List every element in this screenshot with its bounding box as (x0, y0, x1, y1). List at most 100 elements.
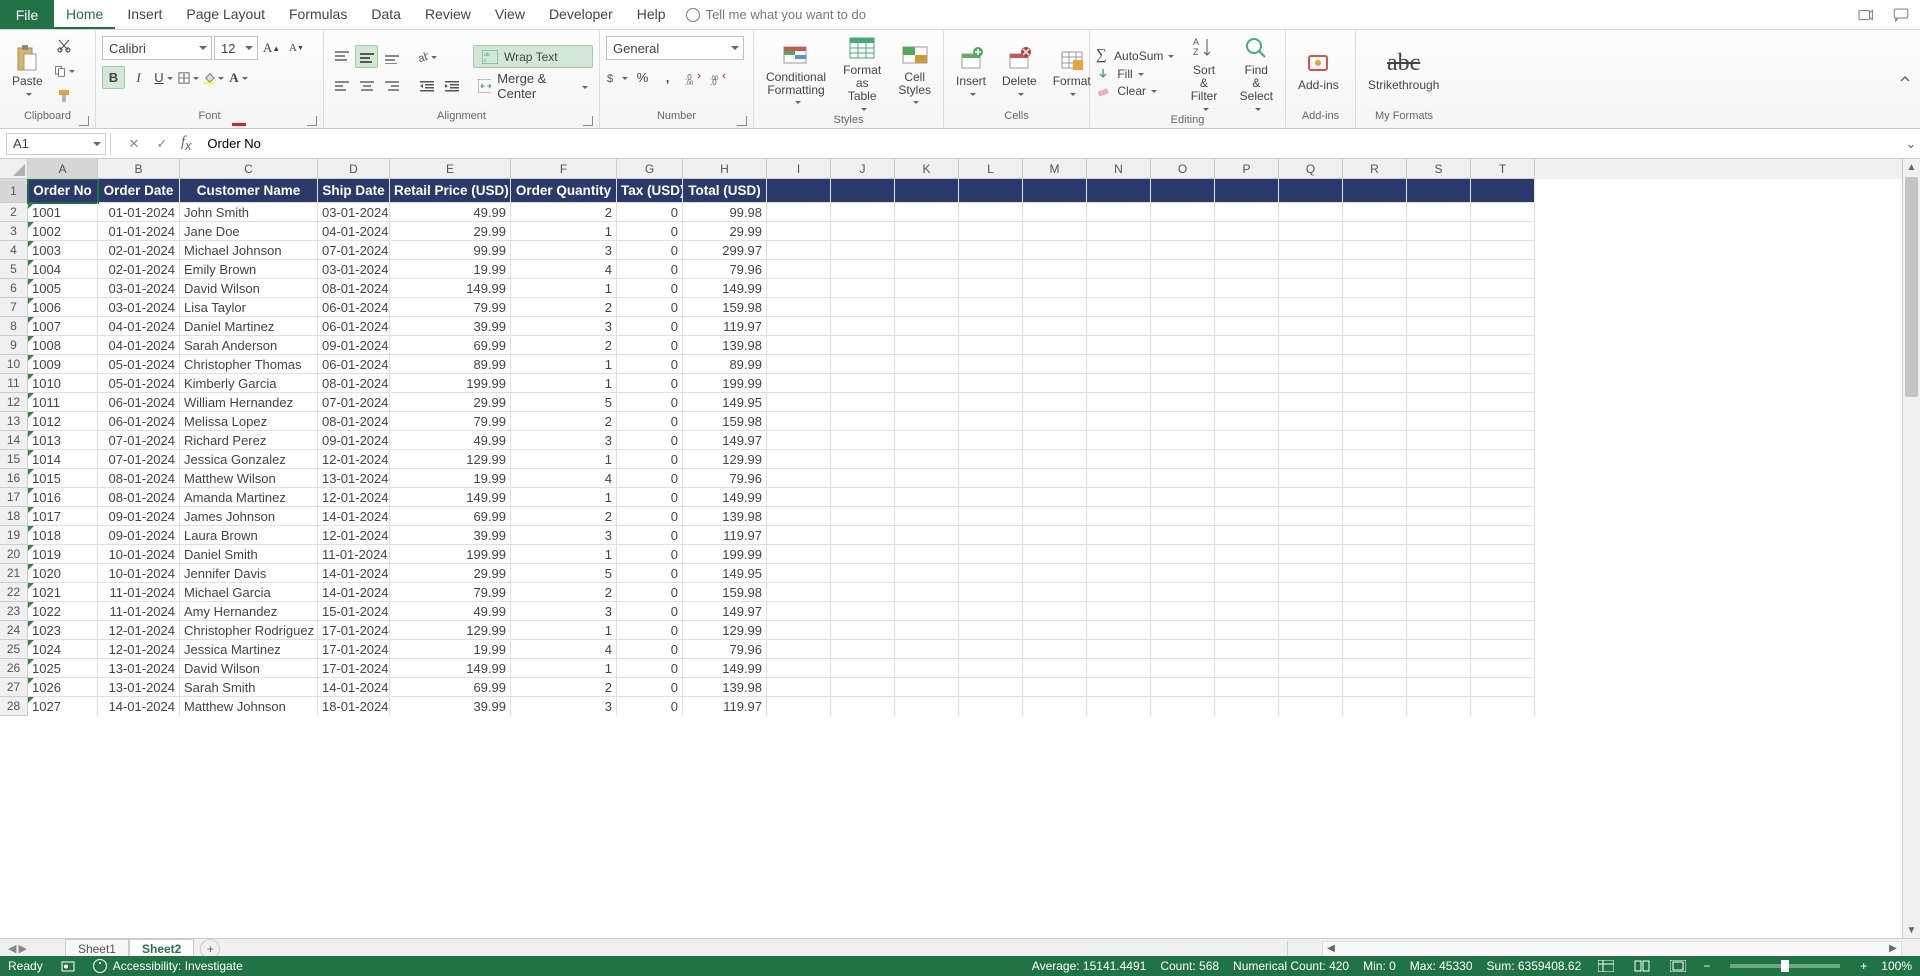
cell[interactable] (1023, 374, 1087, 393)
cell[interactable] (1343, 241, 1407, 260)
expand-formula-bar[interactable]: ⌄ (1902, 136, 1920, 152)
cell[interactable] (1087, 697, 1151, 716)
cell[interactable] (1279, 469, 1343, 488)
cell[interactable]: James Johnson (180, 507, 318, 526)
cell[interactable]: 69.99 (390, 507, 511, 526)
cell[interactable] (959, 564, 1023, 583)
cell[interactable] (767, 526, 831, 545)
cell[interactable] (1407, 431, 1471, 450)
cell[interactable] (831, 659, 895, 678)
cell[interactable]: 12-01-2024 (318, 488, 390, 507)
cell[interactable]: 17-01-2024 (318, 621, 390, 640)
cell[interactable] (831, 260, 895, 279)
cell[interactable] (1087, 317, 1151, 336)
decrease-font-button[interactable]: A▼ (285, 37, 308, 60)
cell[interactable]: 29.99 (390, 564, 511, 583)
cell[interactable]: 1023 (28, 621, 98, 640)
cell[interactable]: 11-01-2024 (98, 583, 180, 602)
cell[interactable] (1215, 412, 1279, 431)
cell[interactable]: Amy Hernandez (180, 602, 318, 621)
cell[interactable] (1407, 507, 1471, 526)
cell[interactable] (1407, 621, 1471, 640)
delete-cells-button[interactable]: Delete (996, 43, 1043, 98)
cell[interactable]: 12-01-2024 (98, 640, 180, 659)
cell[interactable]: Michael Johnson (180, 241, 318, 260)
clear-button[interactable]: Clear (1096, 84, 1174, 98)
row-header[interactable]: 23 (0, 602, 28, 621)
cell[interactable] (1343, 317, 1407, 336)
cell[interactable] (1151, 469, 1215, 488)
cell[interactable] (831, 298, 895, 317)
cell[interactable] (959, 203, 1023, 222)
row-header[interactable]: 26 (0, 659, 28, 678)
cell[interactable] (1087, 203, 1151, 222)
cell[interactable] (1279, 260, 1343, 279)
cell[interactable] (1087, 526, 1151, 545)
cell[interactable] (1343, 298, 1407, 317)
cell[interactable]: 0 (617, 260, 683, 279)
cell[interactable] (895, 374, 959, 393)
cell[interactable] (1023, 488, 1087, 507)
cell[interactable] (767, 659, 831, 678)
cell[interactable] (1215, 545, 1279, 564)
col-header-C[interactable]: C (180, 159, 318, 179)
cell[interactable]: 13-01-2024 (318, 469, 390, 488)
cell[interactable] (1151, 640, 1215, 659)
cell[interactable] (1087, 431, 1151, 450)
cell[interactable] (1151, 298, 1215, 317)
cell[interactable] (959, 260, 1023, 279)
increase-font-button[interactable]: A▲ (260, 37, 283, 60)
cell[interactable] (1407, 602, 1471, 621)
cell[interactable] (1087, 545, 1151, 564)
cell[interactable]: Ship Date (318, 179, 390, 203)
row-header[interactable]: 4 (0, 241, 28, 260)
cell[interactable] (1023, 431, 1087, 450)
cell[interactable]: 39.99 (390, 697, 511, 716)
col-header-K[interactable]: K (895, 159, 959, 179)
cell[interactable] (1215, 317, 1279, 336)
cell[interactable] (1279, 640, 1343, 659)
cell[interactable] (1343, 336, 1407, 355)
cell[interactable]: 05-01-2024 (98, 374, 180, 393)
cell[interactable] (1023, 564, 1087, 583)
cell[interactable]: 13-01-2024 (98, 659, 180, 678)
cell[interactable] (1215, 431, 1279, 450)
cell[interactable] (1471, 317, 1535, 336)
cell[interactable]: 149.97 (683, 431, 767, 450)
cell[interactable]: Order No (28, 179, 98, 203)
copy-button[interactable] (53, 60, 76, 83)
cell[interactable] (831, 179, 895, 203)
row-header[interactable]: 9 (0, 336, 28, 355)
cell[interactable] (1343, 678, 1407, 697)
cell[interactable] (895, 602, 959, 621)
number-launcher[interactable] (737, 116, 747, 126)
cell[interactable] (767, 583, 831, 602)
cell[interactable] (895, 203, 959, 222)
cell[interactable] (1087, 336, 1151, 355)
cancel-formula-button[interactable]: ✕ (123, 133, 145, 155)
cell[interactable]: 1006 (28, 298, 98, 317)
cell[interactable]: 04-01-2024 (318, 222, 390, 241)
cell[interactable] (767, 179, 831, 203)
hscroll-right[interactable]: ▶ (1885, 942, 1901, 956)
row-header[interactable]: 12 (0, 393, 28, 412)
cell[interactable]: 06-01-2024 (98, 412, 180, 431)
cell[interactable]: 03-01-2024 (98, 279, 180, 298)
cell[interactable] (1279, 222, 1343, 241)
cell[interactable]: 89.99 (390, 355, 511, 374)
row-header[interactable]: 24 (0, 621, 28, 640)
format-painter-button[interactable] (53, 85, 76, 108)
cell[interactable]: 99.99 (390, 241, 511, 260)
cell[interactable]: 14-01-2024 (318, 564, 390, 583)
cell[interactable]: 159.98 (683, 412, 767, 431)
cell[interactable] (1279, 431, 1343, 450)
cell[interactable] (959, 374, 1023, 393)
cell[interactable]: 149.97 (683, 602, 767, 621)
cell[interactable] (1343, 412, 1407, 431)
cell[interactable]: 07-01-2024 (98, 431, 180, 450)
cell[interactable] (1215, 621, 1279, 640)
name-box[interactable]: A1 (6, 133, 106, 155)
cell[interactable] (1343, 222, 1407, 241)
cell[interactable] (1215, 469, 1279, 488)
cell[interactable] (1151, 222, 1215, 241)
